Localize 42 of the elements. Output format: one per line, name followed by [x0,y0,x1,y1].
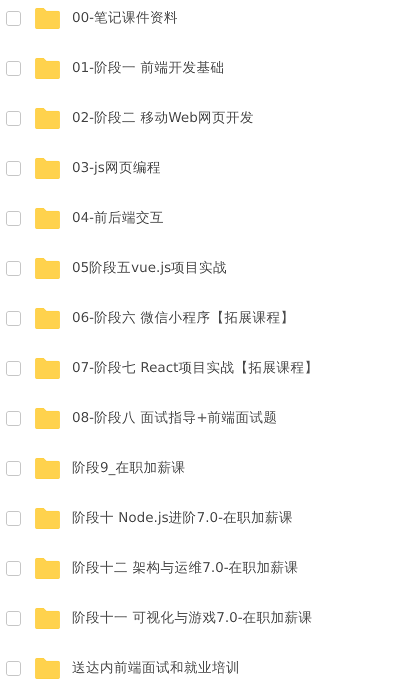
checkbox[interactable] [6,60,21,76]
folder-icon [35,58,60,78]
checkbox[interactable] [6,160,21,176]
folder-icon [35,508,60,528]
checkbox[interactable] [6,210,21,226]
checkbox[interactable] [6,110,21,126]
checkbox[interactable] [6,460,21,476]
checkbox[interactable] [6,560,21,576]
checkbox[interactable] [6,610,21,626]
folder-name[interactable]: 阶段9_在职加薪课 [72,459,186,477]
folder-icon [35,108,60,128]
folder-name[interactable]: 08-阶段八 面试指导+前端面试题 [72,409,278,427]
folder-name[interactable]: 送达内前端面试和就业培训 [72,659,240,677]
folder-name[interactable]: 00-笔记课件资料 [72,9,178,27]
checkbox[interactable] [6,510,21,526]
checkbox[interactable] [6,360,21,376]
folder-name[interactable]: 阶段十 Node.js进阶7.0-在职加薪课 [72,509,293,527]
folder-icon [35,558,60,578]
folder-name[interactable]: 03-js网页编程 [72,159,161,177]
folder-icon [35,208,60,228]
checkbox[interactable] [6,410,21,426]
folder-icon [35,608,60,628]
folder-icon [35,658,60,678]
folder-name[interactable]: 02-阶段二 移动Web网页开发 [72,109,254,127]
checkbox[interactable] [6,10,21,26]
folder-name[interactable]: 阶段十一 可视化与游戏7.0-在职加薪课 [72,609,313,627]
folder-icon [35,8,60,28]
folder-icon [35,308,60,328]
folder-icon [35,258,60,278]
folder-name[interactable]: 01-阶段一 前端开发基础 [72,59,224,77]
folder-icon [35,458,60,478]
folder-name[interactable]: 06-阶段六 微信小程序【拓展课程】 [72,309,294,327]
checkbox[interactable] [6,660,21,676]
folder-name[interactable]: 阶段十二 架构与运维7.0-在职加薪课 [72,559,299,577]
folder-icon [35,358,60,378]
folder-name[interactable]: 05阶段五vue.js项目实战 [72,259,228,277]
folder-name[interactable]: 07-阶段七 React项目实战【拓展课程】 [72,359,318,377]
folder-name[interactable]: 04-前后端交互 [72,209,164,227]
checkbox[interactable] [6,310,21,326]
folder-icon [35,158,60,178]
checkbox[interactable] [6,260,21,276]
folder-icon [35,408,60,428]
